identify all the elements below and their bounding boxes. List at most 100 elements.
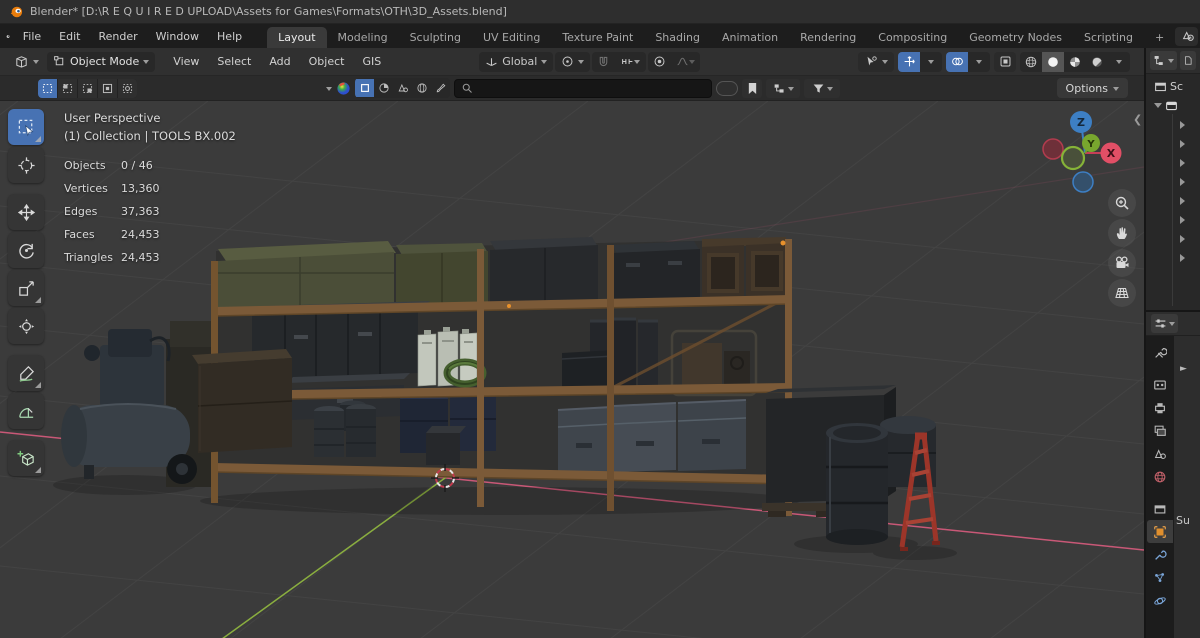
gizmo-neg-x[interactable]: [1042, 138, 1064, 160]
tool-cursor[interactable]: [8, 147, 44, 183]
tab-texture-paint[interactable]: Texture Paint: [551, 27, 644, 48]
filter-scene-toggle[interactable]: [393, 79, 412, 97]
options-dropdown[interactable]: Options: [1056, 78, 1128, 98]
shading-wireframe-button[interactable]: [1020, 52, 1042, 72]
perspective-toggle-button[interactable]: [1108, 279, 1136, 307]
tab-shading[interactable]: Shading: [644, 27, 711, 48]
mode-dropdown[interactable]: Object Mode: [47, 51, 156, 72]
menu-edit[interactable]: Edit: [50, 27, 89, 46]
tab-rendering[interactable]: Rendering: [789, 27, 867, 48]
object-visibility-dropdown[interactable]: [858, 51, 894, 72]
tab-view-layer-properties[interactable]: [1147, 419, 1173, 442]
expand-arrow-icon[interactable]: [1154, 102, 1162, 112]
overlays-options-dropdown[interactable]: [968, 52, 990, 72]
vp-menu-add[interactable]: Add: [261, 52, 298, 71]
tab-collection-properties[interactable]: [1147, 497, 1173, 520]
collapse-arrow-icon[interactable]: [1180, 139, 1189, 148]
vp-menu-view[interactable]: View: [165, 52, 207, 71]
tab-uv-editing[interactable]: UV Editing: [472, 27, 551, 48]
pivot-point-dropdown[interactable]: [555, 51, 591, 72]
properties-editor-type-button[interactable]: [1151, 314, 1178, 333]
proportional-editing-toggle[interactable]: [648, 52, 670, 72]
display-mode-dropdown[interactable]: [766, 78, 800, 98]
menu-help[interactable]: Help: [208, 27, 251, 46]
gizmo-neg-y[interactable]: [1060, 145, 1086, 171]
collapse-arrow-icon[interactable]: [1180, 215, 1189, 224]
filter-brush-toggle[interactable]: [431, 79, 450, 97]
editor-type-button[interactable]: [8, 52, 45, 72]
vp-menu-select[interactable]: Select: [209, 52, 259, 71]
tab-geometry-nodes[interactable]: Geometry Nodes: [958, 27, 1073, 48]
tab-animation[interactable]: Animation: [711, 27, 789, 48]
select-set-button[interactable]: [38, 78, 57, 98]
select-intersect-button[interactable]: [118, 78, 137, 98]
material-ball-icon[interactable]: [336, 81, 351, 96]
collapse-arrow-icon[interactable]: [1180, 253, 1189, 262]
filter-world-toggle[interactable]: [412, 79, 431, 97]
outliner-row[interactable]: [1146, 191, 1200, 210]
show-overlays-toggle[interactable]: [946, 51, 968, 72]
3d-viewport[interactable]: User Perspective (1) Collection | TOOLS …: [0, 101, 1144, 638]
filter-pie-toggle[interactable]: [374, 79, 393, 97]
outliner-row[interactable]: [1146, 229, 1200, 248]
tool-move[interactable]: [8, 194, 44, 230]
collapse-arrow-icon[interactable]: [1180, 120, 1189, 129]
chevron-down-icon[interactable]: [326, 86, 332, 94]
tab-scene-properties[interactable]: [1147, 442, 1173, 465]
outliner-row[interactable]: [1146, 248, 1200, 267]
shading-solid-button[interactable]: [1042, 51, 1064, 72]
panel-expand-arrow[interactable]: ►: [1180, 364, 1187, 374]
tab-render-properties[interactable]: [1147, 373, 1173, 396]
collapse-arrow-icon[interactable]: [1180, 177, 1189, 186]
collapse-arrow-icon[interactable]: [1180, 158, 1189, 167]
camera-view-button[interactable]: [1108, 249, 1136, 277]
blender-menu-icon[interactable]: [6, 29, 10, 44]
outliner-row-collection[interactable]: [1146, 96, 1200, 115]
tool-select-box[interactable]: [8, 109, 44, 145]
scene-selector[interactable]: Scene: [1175, 26, 1198, 46]
gizmo-options-dropdown[interactable]: [920, 52, 942, 72]
tool-measure[interactable]: [8, 393, 44, 429]
select-invert-button[interactable]: [98, 78, 117, 98]
outliner-row[interactable]: [1146, 210, 1200, 229]
tab-world-properties[interactable]: [1147, 465, 1173, 488]
tab-sculpting[interactable]: Sculpting: [399, 27, 472, 48]
pill-button[interactable]: [716, 80, 738, 96]
zoom-button[interactable]: [1108, 189, 1136, 217]
tab-output-properties[interactable]: [1147, 396, 1173, 419]
tab-scripting[interactable]: Scripting: [1073, 27, 1144, 48]
collapse-arrow-icon[interactable]: [1180, 196, 1189, 205]
snap-toggle[interactable]: [592, 52, 614, 72]
tab-physics-properties[interactable]: [1147, 589, 1173, 612]
collapse-arrow-icon[interactable]: [1180, 234, 1189, 243]
pan-button[interactable]: [1108, 219, 1136, 247]
tab-modifier-properties[interactable]: [1147, 543, 1173, 566]
filter-dropdown[interactable]: [804, 78, 840, 98]
xray-toggle[interactable]: [994, 51, 1016, 72]
outliner-row[interactable]: [1146, 134, 1200, 153]
sidebar-toggle-arrow[interactable]: ❮: [1133, 113, 1142, 126]
menu-render[interactable]: Render: [89, 27, 146, 46]
tool-annotate[interactable]: [8, 355, 44, 391]
outliner-editor-type-button[interactable]: [1150, 51, 1177, 70]
vp-menu-object[interactable]: Object: [301, 52, 353, 71]
shading-material-button[interactable]: [1064, 52, 1086, 72]
menu-window[interactable]: Window: [147, 27, 208, 46]
select-subtract-button[interactable]: [78, 78, 97, 98]
shading-options-dropdown[interactable]: [1108, 52, 1130, 72]
outliner-row[interactable]: [1146, 115, 1200, 134]
transform-orientation-dropdown[interactable]: Global: [479, 51, 554, 72]
falloff-dropdown[interactable]: [670, 52, 700, 72]
add-workspace-button[interactable]: +: [1144, 27, 1175, 48]
tab-layout[interactable]: Layout: [267, 27, 327, 48]
outliner-row[interactable]: [1146, 172, 1200, 191]
outliner-row[interactable]: [1146, 153, 1200, 172]
outliner-filter-button[interactable]: [1180, 51, 1196, 70]
show-gizmo-toggle[interactable]: [898, 51, 920, 72]
vp-menu-gis[interactable]: GIS: [354, 52, 389, 71]
tab-object-properties[interactable]: [1147, 520, 1173, 543]
shading-rendered-button[interactable]: [1086, 52, 1108, 72]
tool-add-cube[interactable]: [8, 440, 44, 476]
tool-scale[interactable]: [8, 270, 44, 306]
search-input[interactable]: [454, 78, 712, 98]
